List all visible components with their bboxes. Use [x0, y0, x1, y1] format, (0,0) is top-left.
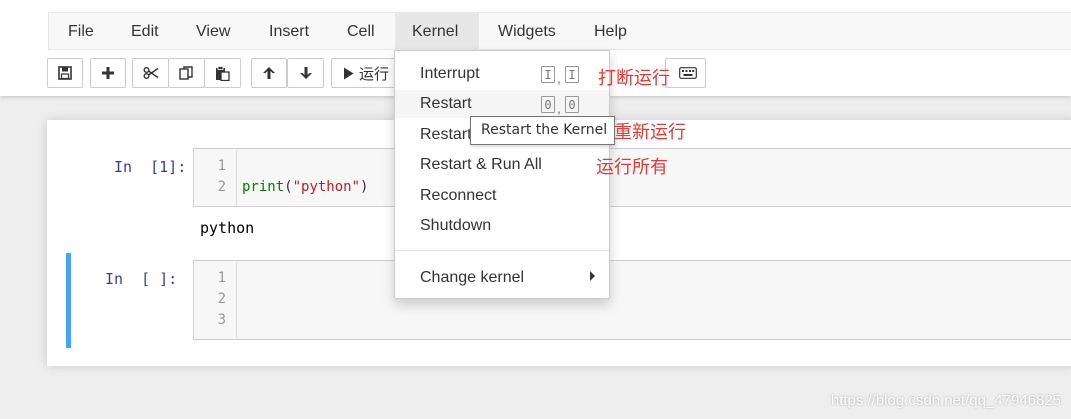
kernel-shutdown-label: Shutdown	[420, 217, 492, 234]
code-line: print("python")	[242, 179, 369, 195]
line-number: 1	[217, 158, 226, 174]
copy-icon	[179, 65, 194, 81]
kernel-interrupt[interactable]: Interrupt I , I	[395, 60, 609, 88]
save-icon	[58, 66, 72, 80]
kernel-restart-run-all-label: Restart & Run All	[420, 156, 542, 173]
run-button-label: 运行	[359, 65, 390, 83]
cell-2-gutter: 1 2 3	[194, 261, 237, 339]
keyboard-icon	[679, 67, 697, 79]
annotation-run-all: 运行所有	[596, 157, 668, 178]
menu-kernel[interactable]: Kernel	[395, 13, 479, 50]
caret-right-icon	[590, 271, 595, 281]
line-number: 2	[217, 291, 226, 307]
shortcut-separator: ,	[557, 70, 561, 86]
cell-1-gutter: 1 2	[194, 149, 237, 206]
insert-cell-button[interactable]	[90, 58, 126, 88]
annotation-interrupt: 打断运行	[598, 68, 670, 89]
paste-button[interactable]	[204, 58, 241, 88]
line-number: 3	[217, 312, 226, 328]
plus-icon	[101, 66, 115, 80]
annotation-restart: 重新运行	[614, 122, 686, 143]
shortcut-key: 0	[565, 96, 579, 113]
shortcut-key: I	[565, 66, 579, 83]
shortcut-key: I	[541, 66, 555, 83]
move-down-button[interactable]	[287, 58, 324, 88]
restart-tooltip: Restart the Kernel	[470, 116, 615, 145]
cut-button[interactable]	[132, 58, 169, 88]
menu-file[interactable]: File	[51, 13, 111, 50]
paste-icon	[215, 65, 230, 81]
menu-widgets[interactable]: Widgets	[481, 13, 573, 50]
move-up-button[interactable]	[251, 58, 287, 88]
menu-insert[interactable]: Insert	[252, 13, 326, 50]
kernel-restart-run-all[interactable]: Restart & Run All	[395, 151, 609, 179]
menu-divider	[395, 250, 609, 251]
save-button[interactable]	[47, 58, 83, 88]
code-builtin: print	[242, 179, 285, 195]
menu-view[interactable]: View	[179, 13, 247, 50]
line-number: 1	[217, 270, 226, 286]
kernel-change-kernel-label: Change kernel	[420, 269, 525, 286]
arrow-up-icon	[262, 66, 276, 80]
kernel-interrupt-label: Interrupt	[420, 65, 480, 82]
watermark: https://blog.csdn.net/qq_47946825	[830, 392, 1061, 409]
cell-1-prompt: In [1]:	[114, 158, 187, 176]
kernel-reconnect[interactable]: Reconnect	[395, 182, 609, 210]
cell-1-output: python	[200, 219, 255, 237]
jupyter-window: File Edit View Insert Cell Kernel Widget…	[0, 0, 1071, 419]
kernel-shutdown[interactable]: Shutdown	[395, 212, 609, 240]
menu-cell[interactable]: Cell	[330, 13, 392, 50]
arrow-down-icon	[299, 66, 313, 80]
menubar: File Edit View Insert Cell Kernel Widget…	[48, 12, 1071, 50]
line-number: 2	[217, 179, 226, 195]
cell-2-input[interactable]: 1 2 3	[193, 260, 1071, 340]
cell-2-prompt: In [ ]:	[105, 270, 178, 288]
shortcut-key: 0	[541, 96, 555, 113]
kernel-dropdown-menu: Interrupt I , I Restart 0 , 0 Restart Re…	[394, 50, 610, 299]
cut-icon	[143, 66, 159, 80]
kernel-restart-clear-label: Restart	[420, 126, 472, 143]
kernel-restart-label: Restart	[420, 95, 472, 112]
kernel-change-kernel[interactable]: Change kernel	[395, 264, 609, 292]
kernel-restart[interactable]: Restart 0 , 0	[395, 90, 609, 118]
menu-edit[interactable]: Edit	[114, 13, 176, 50]
copy-button[interactable]	[168, 58, 205, 88]
kernel-reconnect-label: Reconnect	[420, 187, 497, 204]
menu-help[interactable]: Help	[577, 13, 644, 50]
run-icon	[343, 67, 354, 80]
selected-cell-indicator	[66, 253, 71, 348]
keyboard-shortcuts-button[interactable]	[665, 58, 706, 88]
